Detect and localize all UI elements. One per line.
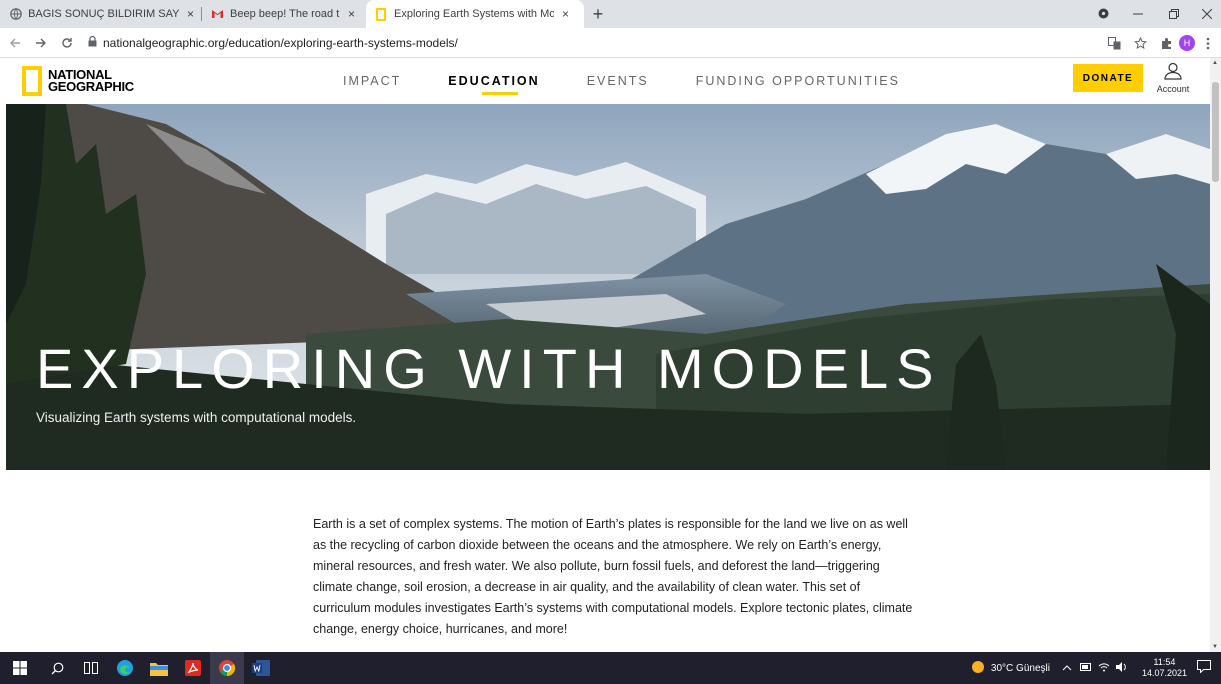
- url-text: nationalgeographic.org/education/explori…: [103, 35, 458, 50]
- close-icon[interactable]: ×: [187, 7, 194, 21]
- search-icon[interactable]: [40, 652, 74, 684]
- user-icon: [1152, 62, 1194, 82]
- clock-date: 14.07.2021: [1141, 668, 1187, 678]
- clock[interactable]: 11:54 14.07.2021: [1142, 657, 1187, 679]
- address-bar-row: nationalgeographic.org/education/explori…: [0, 28, 1221, 58]
- chevron-up-icon[interactable]: [1062, 663, 1072, 674]
- natgeo-logo[interactable]: NATIONAL GEOGRAPHIC: [22, 66, 134, 96]
- logo-yellow-frame: [22, 66, 42, 96]
- edge-icon[interactable]: [108, 652, 142, 684]
- weather-text[interactable]: 30°C Güneşli: [991, 663, 1050, 674]
- nav-events[interactable]: EVENTS: [587, 74, 649, 88]
- extensions-icon[interactable]: [1153, 37, 1179, 50]
- tab-label: BAGIS SONUÇ BILDIRIM SAYFASI: [28, 8, 179, 20]
- volume-icon[interactable]: [1115, 661, 1128, 675]
- window-controls: [1086, 0, 1221, 28]
- tab-gmail[interactable]: Beep beep! The road trip has be ×: [202, 0, 366, 28]
- close-icon[interactable]: ×: [562, 7, 569, 21]
- hero-subtitle: Visualizing Earth systems with computati…: [36, 410, 357, 425]
- back-icon[interactable]: [4, 32, 26, 54]
- battery-icon[interactable]: [1079, 662, 1092, 674]
- system-tray: 30°C Güneşli 11:54 14.07.2021: [971, 652, 1221, 684]
- acrobat-icon[interactable]: [176, 652, 210, 684]
- file-explorer-icon[interactable]: [142, 652, 176, 684]
- media-icon[interactable]: [1086, 7, 1120, 22]
- lock-icon: [88, 35, 97, 50]
- tab-bagis[interactable]: BAGIS SONUÇ BILDIRIM SAYFASI ×: [0, 0, 202, 28]
- natgeo-icon: [374, 7, 388, 21]
- minimize-icon[interactable]: [1120, 7, 1156, 22]
- account-label: Account: [1156, 84, 1190, 94]
- profile-avatar[interactable]: H: [1179, 35, 1195, 51]
- logo-line-2: GEOGRAPHIC: [48, 79, 134, 94]
- word-icon[interactable]: [244, 652, 278, 684]
- gmail-icon: [210, 7, 224, 21]
- scrollbar-thumb[interactable]: [1212, 82, 1219, 182]
- chrome-icon[interactable]: [210, 652, 244, 684]
- account-button[interactable]: Account: [1152, 62, 1194, 94]
- windows-start-icon[interactable]: [0, 652, 40, 684]
- notification-icon[interactable]: [1197, 660, 1211, 676]
- forward-icon[interactable]: [30, 32, 52, 54]
- weather-sun-icon[interactable]: [971, 660, 985, 677]
- site-header: NATIONAL GEOGRAPHIC IMPACT EDUCATION EVE…: [0, 58, 1210, 104]
- url-field[interactable]: nationalgeographic.org/education/explori…: [88, 32, 1148, 54]
- menu-icon[interactable]: [1195, 37, 1221, 50]
- toolbar-buttons: H: [1101, 28, 1221, 58]
- close-window-icon[interactable]: [1192, 7, 1221, 22]
- scroll-down-arrow-icon[interactable]: ▼: [1212, 644, 1218, 650]
- restore-icon[interactable]: [1156, 7, 1192, 22]
- nav-impact[interactable]: IMPACT: [343, 74, 401, 88]
- clock-time: 11:54: [1153, 657, 1176, 667]
- translate-icon[interactable]: [1101, 36, 1127, 50]
- new-tab-button[interactable]: +: [584, 0, 612, 28]
- wifi-icon[interactable]: [1098, 662, 1110, 675]
- task-view-icon[interactable]: [74, 652, 108, 684]
- scroll-up-arrow-icon[interactable]: ▲: [1212, 60, 1218, 66]
- donate-button[interactable]: DONATE: [1073, 64, 1143, 92]
- nav-funding-opportunities[interactable]: FUNDING OPPORTUNITIES: [696, 74, 900, 88]
- hero-title: EXPLORING WITH MODELS: [36, 337, 942, 400]
- main-nav: IMPACT EDUCATION EVENTS FUNDING OPPORTUN…: [343, 74, 947, 95]
- intro-paragraph: Earth is a set of complex systems. The m…: [313, 517, 913, 636]
- page-scrollbar[interactable]: ▲ ▼: [1210, 58, 1221, 652]
- hero-banner: EXPLORING WITH MODELS Visualizing Earth …: [6, 104, 1210, 470]
- reload-icon[interactable]: [56, 32, 78, 54]
- bookmark-star-icon[interactable]: [1127, 36, 1153, 50]
- nav-education[interactable]: EDUCATION: [448, 74, 539, 95]
- globe-icon: [10, 7, 22, 21]
- close-icon[interactable]: ×: [348, 7, 355, 21]
- browser-tab-strip: BAGIS SONUÇ BILDIRIM SAYFASI × Beep beep…: [0, 0, 1221, 28]
- tab-label: Exploring Earth Systems with Mo: [394, 8, 554, 20]
- tab-label: Beep beep! The road trip has be: [230, 8, 340, 20]
- tab-exploring-earth[interactable]: Exploring Earth Systems with Mo ×: [366, 0, 584, 28]
- windows-taskbar: 30°C Güneşli 11:54 14.07.2021: [0, 652, 1221, 684]
